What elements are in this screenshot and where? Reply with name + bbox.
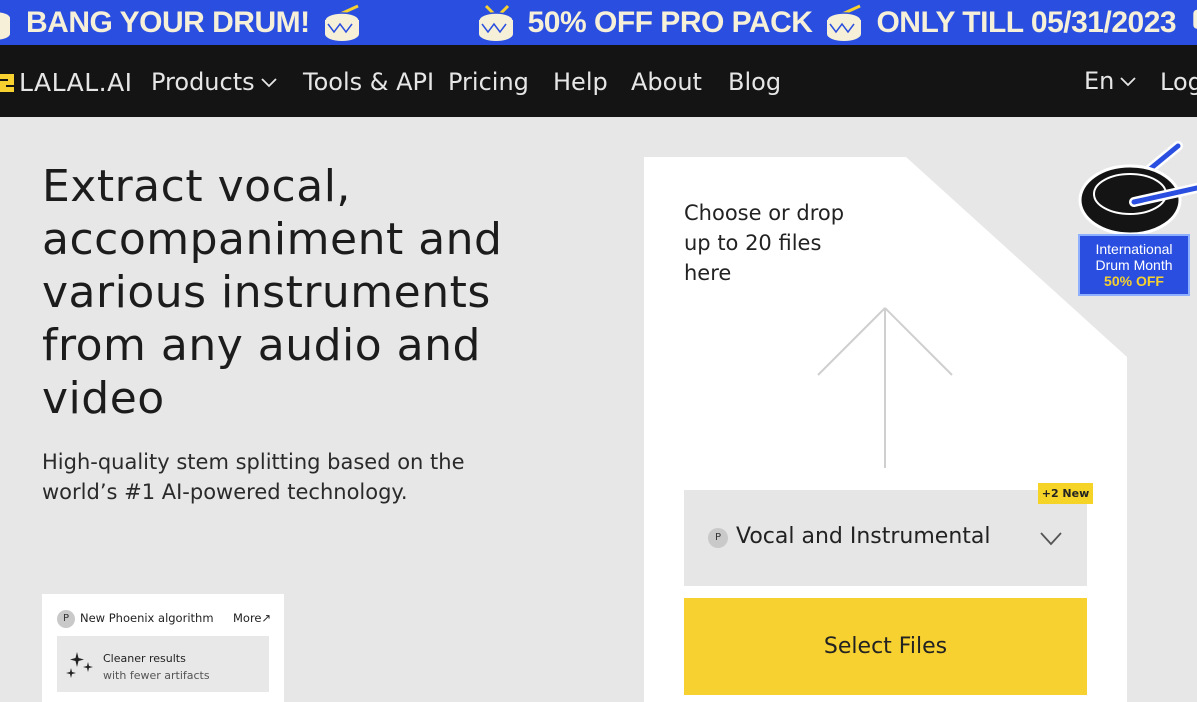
drum-icon (477, 4, 514, 41)
sparkles-icon (66, 652, 93, 678)
nav-products-label: Products (151, 68, 255, 96)
logo-text[interactable]: LALAL.AI (19, 68, 133, 97)
phoenix-feature-desc: with fewer artifacts (103, 669, 210, 682)
nav-products[interactable]: Products (151, 68, 277, 96)
chevron-down-icon (1120, 77, 1137, 87)
drum-icon (826, 4, 863, 41)
chevron-down-icon (1040, 532, 1062, 546)
promo-text-drum: BANG YOUR DRUM! (26, 5, 310, 39)
promo-banner[interactable]: BANG YOUR DRUM! 50% OFF PRO PACK ONLY TI… (0, 0, 1197, 45)
promo-text-discount: 50% OFF PRO PACK (527, 5, 813, 39)
bongo-drum-icon (1193, 9, 1197, 29)
language-label: En (1084, 67, 1115, 95)
drum-month-sticker[interactable]: International Drum Month 50% OFF (1078, 234, 1190, 296)
new-badge: +2 New (1038, 483, 1093, 504)
phoenix-feature-title: Cleaner results (103, 652, 186, 665)
upload-arrow-icon (817, 307, 953, 468)
phoenix-more-link[interactable]: More↗ (233, 611, 271, 625)
select-files-button[interactable]: Select Files (684, 598, 1087, 695)
nav-about[interactable]: About (631, 68, 702, 96)
phoenix-feature: Cleaner results with fewer artifacts (57, 636, 269, 692)
phoenix-title: New Phoenix algorithm (80, 611, 214, 625)
logo-icon (0, 74, 14, 92)
dropzone-text: Choose or drop up to 20 files here (684, 201, 845, 285)
nav-blog[interactable]: Blog (728, 68, 781, 96)
stem-type-value: Vocal and Instrumental (736, 524, 991, 549)
page-subtitle: High-quality stem splitting based on the… (42, 450, 465, 504)
promo-text-deadline: ONLY TILL 05/31/2023 (876, 5, 1177, 39)
drum-icon (0, 11, 10, 40)
nav-help[interactable]: Help (553, 68, 608, 96)
page-title: Extract vocal, accompaniment and various… (42, 161, 503, 424)
login-link[interactable]: Log (1160, 68, 1197, 96)
drum-icon (323, 4, 360, 41)
stem-type-select[interactable]: P Vocal and Instrumental (684, 490, 1087, 586)
sticker-line-2: Drum Month (1095, 257, 1173, 273)
nav-pricing[interactable]: Pricing (448, 68, 529, 96)
phoenix-badge-icon: P (708, 528, 728, 548)
phoenix-badge-icon: P (57, 610, 75, 628)
chevron-down-icon (261, 78, 277, 88)
phoenix-card: P New Phoenix algorithm More↗ Cleaner re… (42, 594, 284, 702)
sticker-line-3: 50% OFF (1104, 273, 1164, 289)
language-selector[interactable]: En (1084, 67, 1137, 95)
top-nav: LALAL.AI Products Tools & API Pricing He… (0, 45, 1197, 117)
sticker-line-1: International (1095, 241, 1173, 257)
nav-tools-api[interactable]: Tools & API (303, 68, 434, 96)
